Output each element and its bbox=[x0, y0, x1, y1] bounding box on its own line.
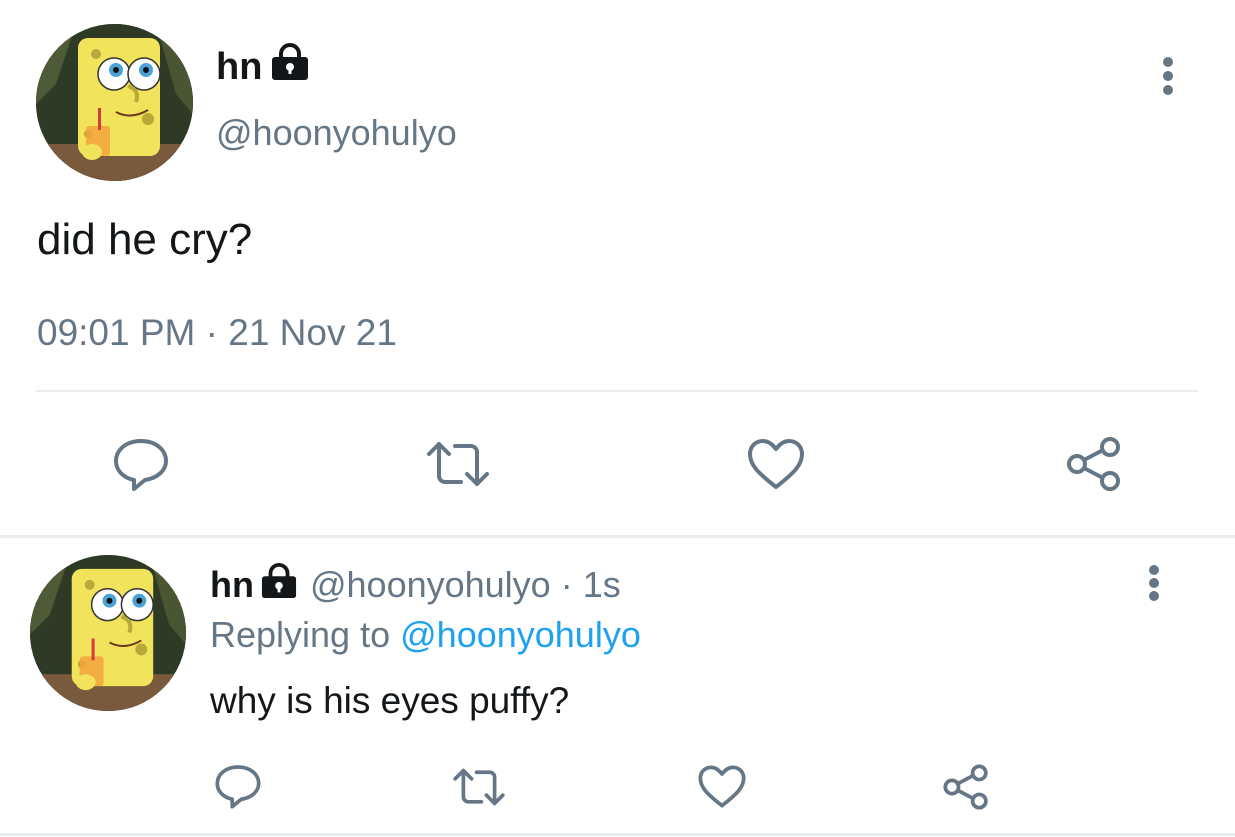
avatar-image bbox=[36, 24, 193, 181]
reply-icon[interactable] bbox=[214, 762, 262, 810]
retweet-icon[interactable] bbox=[451, 764, 507, 810]
replying-to-handle[interactable]: @hoonyohulyo bbox=[400, 614, 641, 655]
avatar[interactable] bbox=[36, 24, 193, 181]
tweet-text: did he cry? bbox=[37, 215, 253, 264]
separator: · bbox=[560, 564, 573, 605]
more-options-icon[interactable] bbox=[1162, 57, 1174, 95]
display-name[interactable]: hn bbox=[216, 43, 310, 91]
divider bbox=[36, 390, 1198, 392]
time-ago[interactable]: 1s bbox=[583, 564, 621, 606]
display-name-text: hn bbox=[216, 45, 263, 88]
timestamp[interactable]: 09:01 PM · 21 Nov 21 bbox=[37, 312, 397, 354]
tweet-text: why is his eyes puffy? bbox=[210, 680, 570, 721]
display-name-text[interactable]: hn bbox=[210, 564, 254, 606]
replying-to: Replying to @hoonyohulyo bbox=[210, 614, 641, 656]
reply-header: hn @hoonyohulyo · 1s bbox=[210, 562, 621, 608]
share-icon[interactable] bbox=[1065, 434, 1123, 494]
avatar[interactable] bbox=[30, 555, 186, 711]
lock-icon bbox=[270, 43, 310, 91]
like-icon[interactable] bbox=[746, 437, 806, 491]
lock-icon bbox=[260, 562, 298, 608]
replying-to-label: Replying to bbox=[210, 614, 391, 655]
tweet-separator bbox=[0, 535, 1235, 538]
like-icon[interactable] bbox=[697, 764, 747, 809]
bottom-divider bbox=[0, 833, 1235, 836]
retweet-icon[interactable] bbox=[425, 436, 491, 492]
handle[interactable]: @hoonyohulyo bbox=[310, 564, 551, 606]
avatar-image bbox=[30, 555, 186, 711]
reply-icon[interactable] bbox=[112, 435, 170, 493]
share-icon[interactable] bbox=[942, 762, 990, 812]
more-options-icon[interactable] bbox=[1148, 565, 1160, 601]
handle[interactable]: @hoonyohulyo bbox=[216, 112, 457, 154]
